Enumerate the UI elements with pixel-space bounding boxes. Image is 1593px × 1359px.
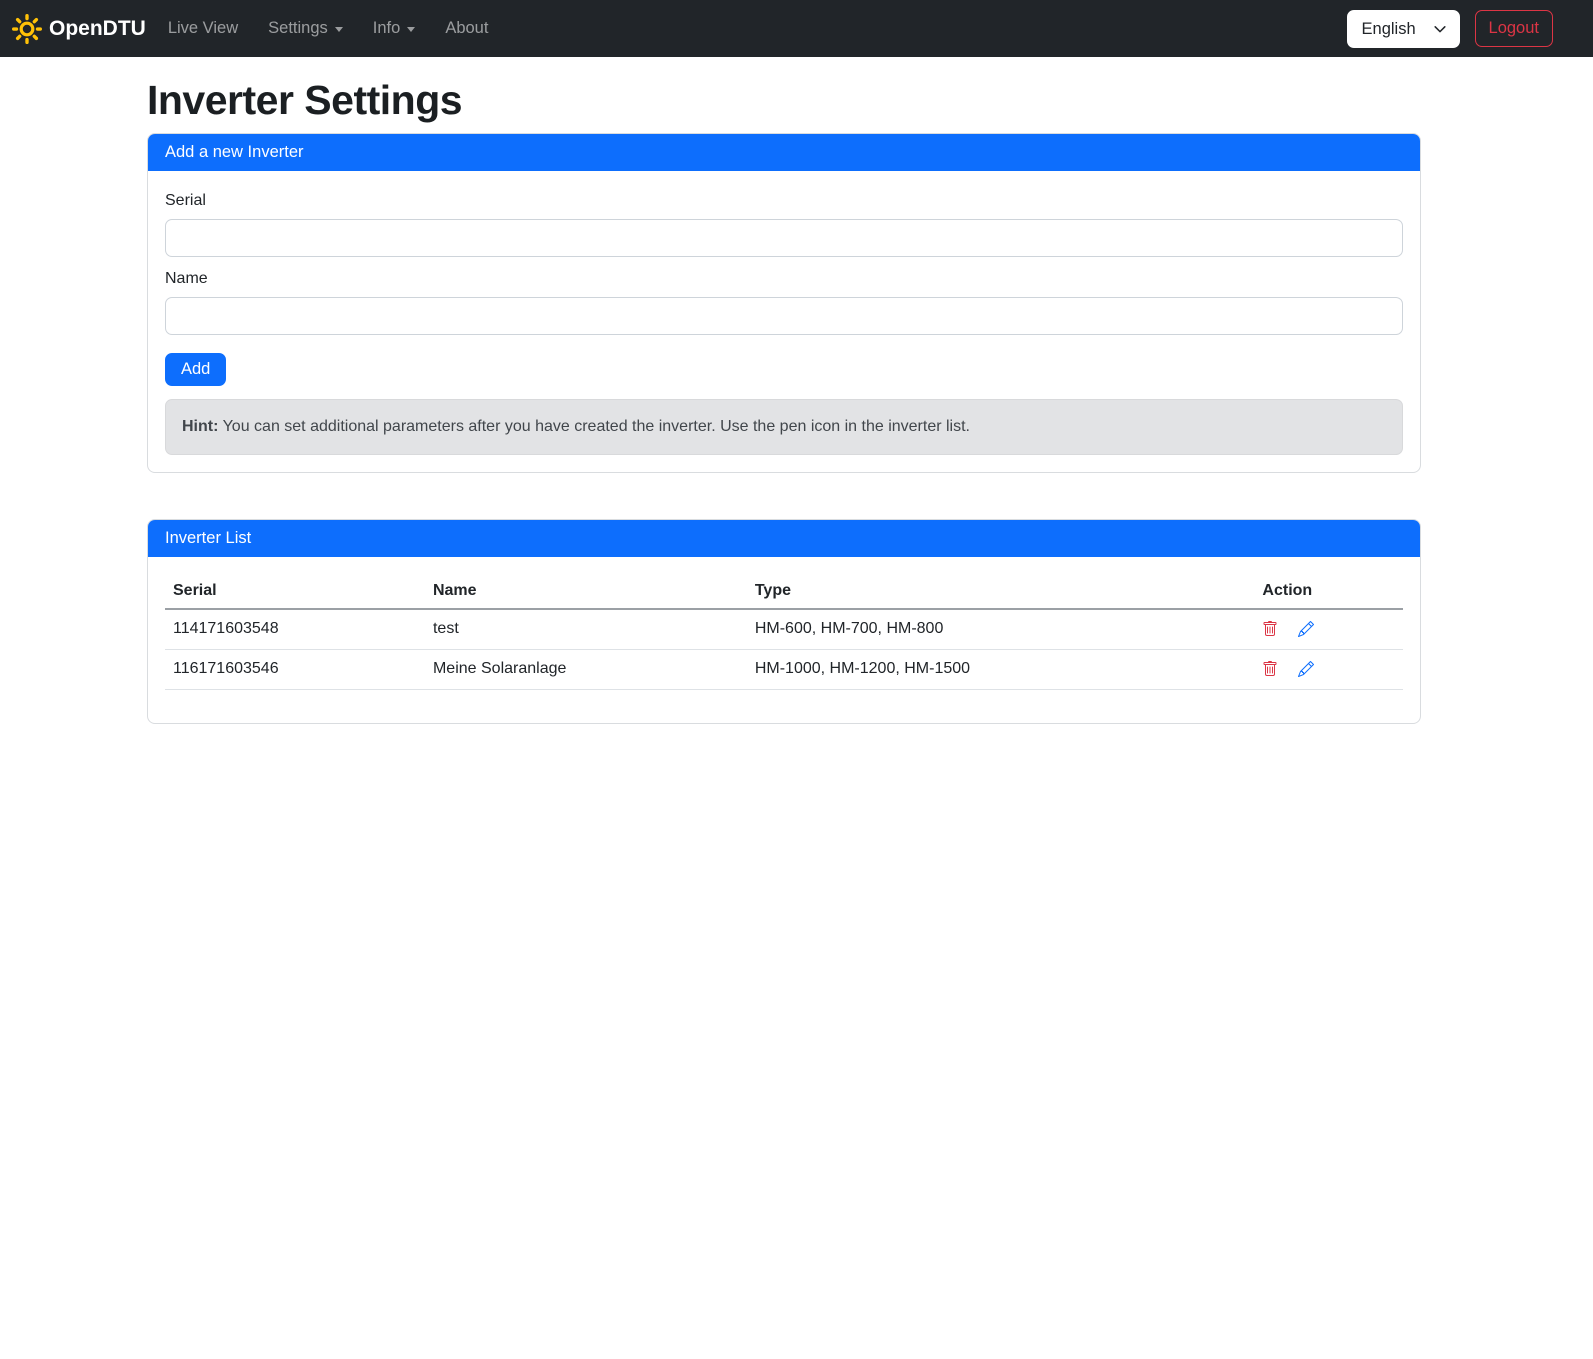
column-header-name: Name bbox=[425, 574, 747, 609]
navbar-right: English Logout bbox=[1347, 10, 1553, 48]
trash-icon[interactable] bbox=[1262, 661, 1278, 677]
table-row: 116171603546 Meine Solaranlage HM-1000, … bbox=[165, 649, 1403, 689]
cell-action bbox=[1254, 609, 1403, 649]
chevron-down-icon bbox=[407, 27, 415, 32]
chevron-down-icon bbox=[335, 27, 343, 32]
brand-link[interactable]: OpenDTU bbox=[12, 14, 146, 44]
cell-name: Meine Solaranlage bbox=[425, 649, 747, 689]
nav-item-label: Settings bbox=[268, 19, 328, 38]
cell-type: HM-600, HM-700, HM-800 bbox=[747, 609, 1255, 649]
brand-label: OpenDTU bbox=[49, 17, 146, 41]
language-select-wrap: English bbox=[1347, 10, 1460, 48]
add-inverter-card-body: Serial Name Add Hint: You can set additi… bbox=[148, 171, 1420, 472]
nav-menu: Live View Settings Info About bbox=[160, 11, 511, 46]
cell-serial: 116171603546 bbox=[165, 649, 425, 689]
table-row: 114171603548 test HM-600, HM-700, HM-800 bbox=[165, 609, 1403, 649]
serial-input[interactable] bbox=[165, 219, 1403, 257]
serial-label: Serial bbox=[165, 192, 1403, 210]
inverter-table: Serial Name Type Action 114171603548 tes… bbox=[165, 574, 1403, 690]
nav-item-settings[interactable]: Settings bbox=[260, 11, 351, 46]
nav-item-live-view[interactable]: Live View bbox=[160, 11, 246, 46]
main-container: Inverter Settings Add a new Inverter Ser… bbox=[147, 77, 1421, 724]
logout-button[interactable]: Logout bbox=[1475, 10, 1553, 47]
cell-name: test bbox=[425, 609, 747, 649]
trash-icon[interactable] bbox=[1262, 621, 1278, 637]
hint-text: You can set additional parameters after … bbox=[218, 418, 970, 435]
column-header-action: Action bbox=[1254, 574, 1403, 609]
nav-item-label: Info bbox=[373, 19, 401, 38]
hint-label: Hint: bbox=[182, 418, 218, 435]
cell-type: HM-1000, HM-1200, HM-1500 bbox=[747, 649, 1255, 689]
sun-icon bbox=[12, 14, 42, 44]
column-header-type: Type bbox=[747, 574, 1255, 609]
add-inverter-card-header: Add a new Inverter bbox=[148, 134, 1420, 171]
pencil-icon[interactable] bbox=[1298, 621, 1314, 637]
language-select[interactable]: English bbox=[1347, 10, 1460, 48]
name-label: Name bbox=[165, 270, 1403, 288]
inverter-list-card-header: Inverter List bbox=[148, 520, 1420, 557]
hint-alert: Hint: You can set additional parameters … bbox=[165, 399, 1403, 455]
cell-serial: 114171603548 bbox=[165, 609, 425, 649]
pencil-icon[interactable] bbox=[1298, 661, 1314, 677]
nav-item-label: About bbox=[445, 19, 488, 38]
nav-item-about[interactable]: About bbox=[437, 11, 496, 46]
inverter-list-card: Inverter List Serial Name Type Action 11… bbox=[147, 519, 1421, 724]
inverter-list-card-body: Serial Name Type Action 114171603548 tes… bbox=[148, 557, 1420, 723]
nav-item-label: Live View bbox=[168, 19, 238, 38]
add-inverter-card: Add a new Inverter Serial Name Add Hint:… bbox=[147, 133, 1421, 473]
add-button[interactable]: Add bbox=[165, 353, 226, 386]
page-title: Inverter Settings bbox=[147, 77, 1421, 124]
cell-action bbox=[1254, 649, 1403, 689]
column-header-serial: Serial bbox=[165, 574, 425, 609]
navbar: OpenDTU Live View Settings Info About En… bbox=[0, 0, 1593, 57]
table-header-row: Serial Name Type Action bbox=[165, 574, 1403, 609]
nav-item-info[interactable]: Info bbox=[365, 11, 424, 46]
name-input[interactable] bbox=[165, 297, 1403, 335]
